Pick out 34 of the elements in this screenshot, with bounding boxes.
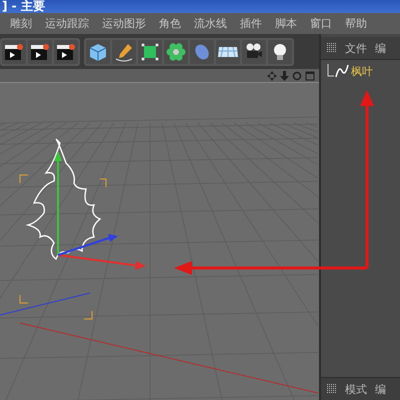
spline-icon: [327, 64, 349, 78]
manager-tab[interactable]: 文件: [345, 40, 367, 56]
floor-icon: [218, 46, 238, 56]
menu-item[interactable]: 脚本: [275, 16, 297, 31]
menu-item[interactable]: 窗口: [310, 16, 332, 31]
polygon-cube-icon: [140, 42, 160, 62]
toolbar-button[interactable]: [28, 40, 52, 64]
menu-item[interactable]: 角色: [159, 16, 181, 31]
window-icon[interactable]: [305, 70, 315, 80]
toolbar-button[interactable]: [54, 40, 78, 64]
toolbar-button[interactable]: [138, 40, 162, 64]
toolbar-button[interactable]: [2, 40, 26, 64]
manager-tab[interactable]: 模式: [345, 382, 367, 396]
menu-item[interactable]: 运动跟踪: [45, 16, 89, 31]
menu-item[interactable]: 插件: [240, 16, 262, 31]
move-icon[interactable]: [267, 70, 277, 80]
clapboard-icon: [56, 42, 76, 60]
manager-tab[interactable]: 编: [375, 382, 386, 396]
cube-icon: [88, 42, 108, 62]
down-arrow-icon[interactable]: [280, 70, 289, 80]
menu-item[interactable]: 帮助: [345, 16, 367, 31]
menu-item[interactable]: 运动图形: [102, 16, 146, 31]
pen-icon: [114, 42, 134, 62]
menu-item[interactable]: 雕刻: [10, 16, 32, 31]
clapboard-icon: [30, 42, 50, 60]
clapboard-icon: [4, 42, 24, 60]
toolbar-button[interactable]: [216, 40, 240, 64]
object-name[interactable]: 枫叶: [351, 64, 373, 78]
toolbar-button[interactable]: [268, 40, 292, 64]
menu-item[interactable]: 流水线: [194, 16, 227, 31]
manager-tab[interactable]: 编: [375, 40, 386, 56]
flower-icon: [166, 42, 186, 62]
rotate-icon[interactable]: [292, 70, 302, 80]
toolbar-button[interactable]: [242, 40, 266, 64]
